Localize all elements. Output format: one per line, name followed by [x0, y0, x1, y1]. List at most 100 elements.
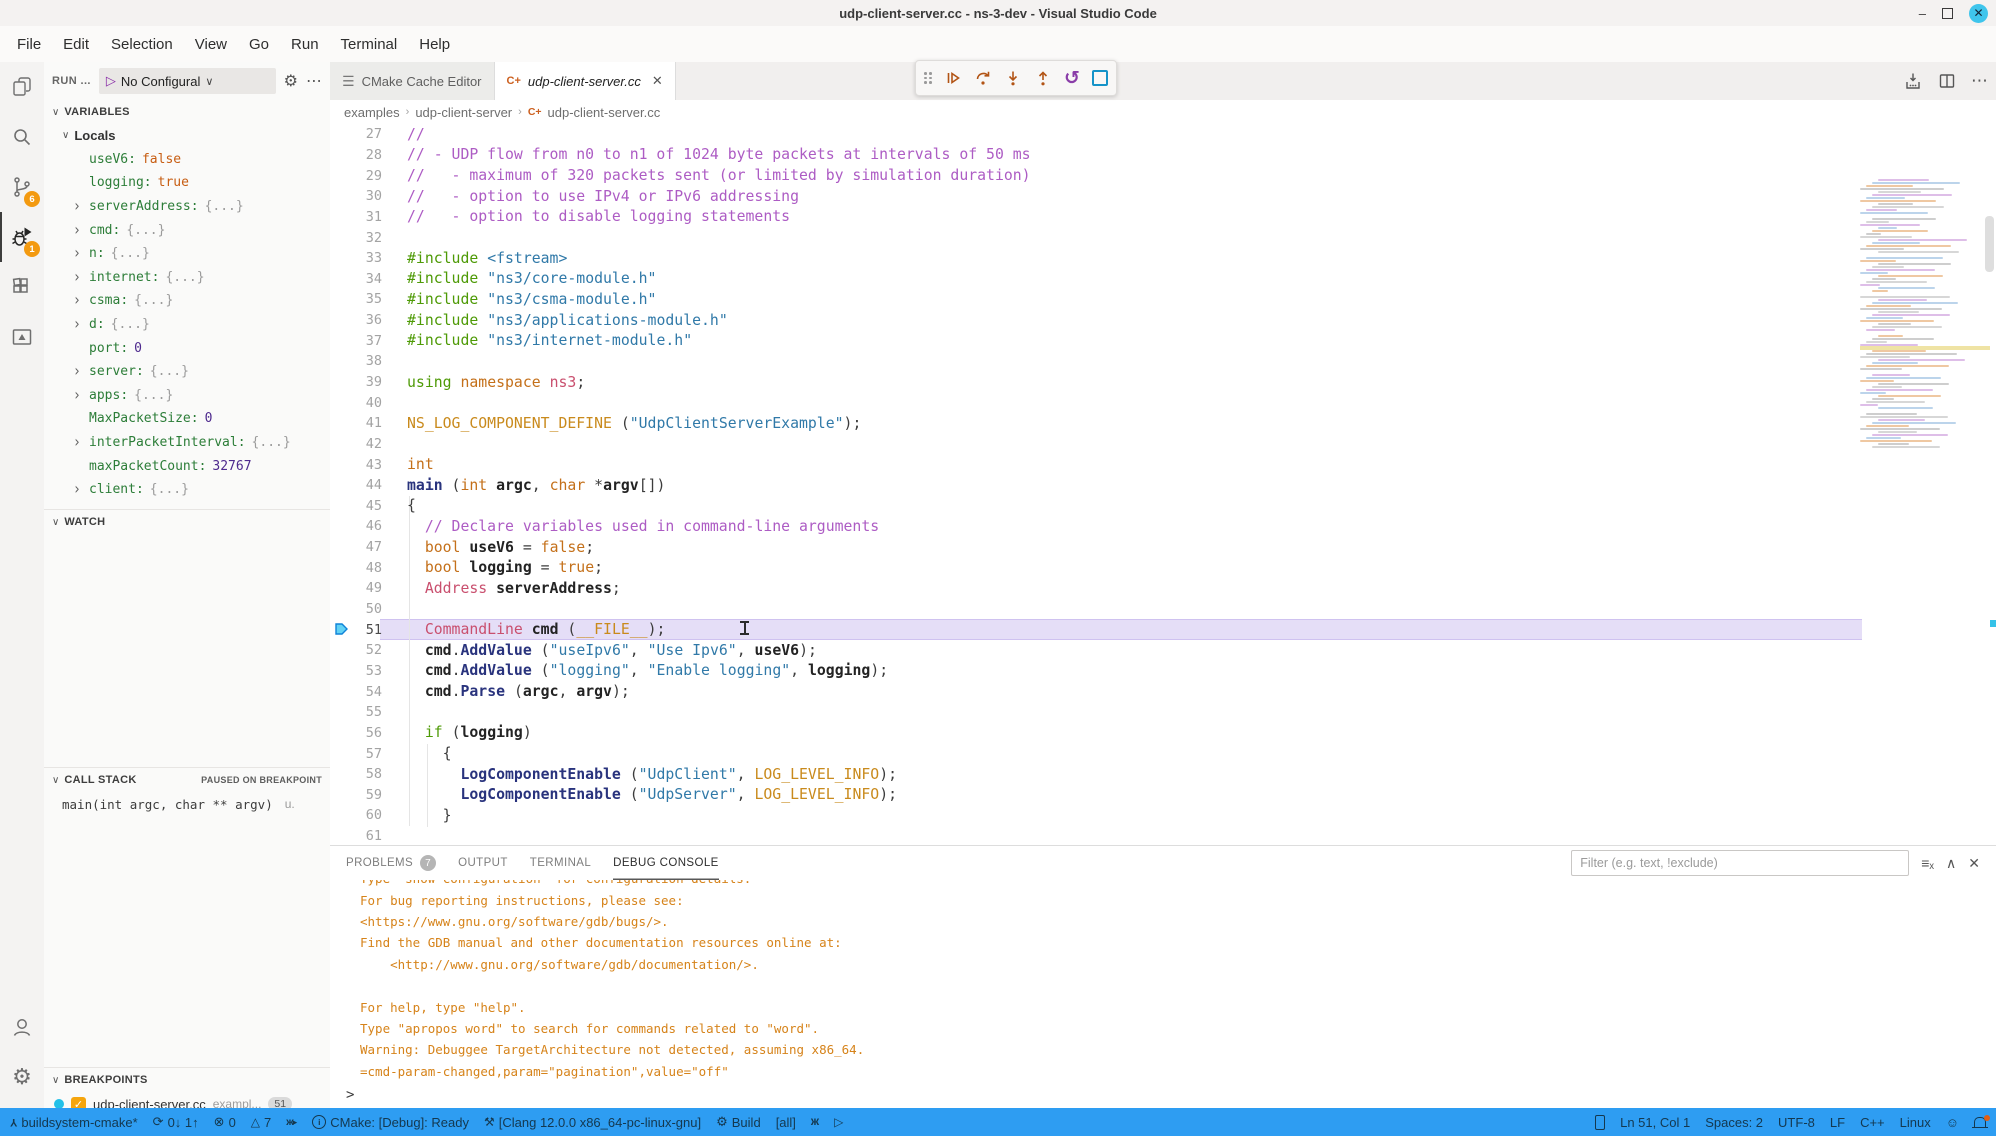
variable-row[interactable]: › csma {...}: [44, 289, 330, 313]
code-line[interactable]: 38: [330, 351, 1996, 372]
variable-row[interactable]: › internet {...}: [44, 266, 330, 290]
call-stack-header[interactable]: ∨ CALL STACK PAUSED ON BREAKPOINT: [44, 768, 330, 792]
run-debug-icon[interactable]: 1: [0, 212, 44, 262]
step-out-icon[interactable]: [1034, 69, 1052, 87]
explorer-icon[interactable]: [0, 62, 44, 112]
code-line[interactable]: 40: [330, 392, 1996, 413]
locals-group[interactable]: ∨ Locals: [44, 124, 330, 148]
code-line[interactable]: 53 cmd.AddValue ("logging", "Enable logg…: [330, 661, 1996, 682]
gutter[interactable]: [330, 475, 354, 496]
gutter[interactable]: [330, 454, 354, 475]
code-line[interactable]: 34 #include "ns3/core-module.h": [330, 268, 1996, 289]
status-bar-item[interactable]: Build: [716, 1114, 761, 1130]
gutter[interactable]: [330, 557, 354, 578]
status-bar-item[interactable]: [286, 1116, 297, 1128]
gutter[interactable]: [330, 537, 354, 558]
gutter[interactable]: [330, 165, 354, 186]
gutter[interactable]: [330, 392, 354, 413]
gutter[interactable]: [330, 413, 354, 434]
settings-gear-icon[interactable]: ⚙: [0, 1052, 44, 1102]
code-line[interactable]: 36 #include "ns3/applications-module.h": [330, 310, 1996, 331]
code-line[interactable]: 42: [330, 434, 1996, 455]
variable-row[interactable]: maxPacketCount 32767: [44, 454, 330, 478]
continue-icon[interactable]: [944, 69, 962, 87]
variable-row[interactable]: › client {...}: [44, 478, 330, 502]
code-line[interactable]: 56 if (logging): [330, 723, 1996, 744]
variable-row[interactable]: › d {...}: [44, 313, 330, 337]
gutter[interactable]: [330, 372, 354, 393]
panel-tab[interactable]: DEBUG CONSOLE: [613, 846, 719, 880]
gutter[interactable]: [330, 248, 354, 269]
menu-item[interactable]: Terminal: [330, 32, 409, 57]
chevron-right-icon[interactable]: ›: [73, 268, 81, 287]
chevron-right-icon[interactable]: ›: [73, 197, 81, 216]
code-line[interactable]: 59 LogComponentEnable ("UdpServer", LOG_…: [330, 785, 1996, 806]
gutter[interactable]: [330, 330, 354, 351]
filter-icon[interactable]: ≡ₓ: [1921, 855, 1934, 871]
gutter[interactable]: [330, 227, 354, 248]
status-bar-item[interactable]: [811, 1116, 819, 1128]
gutter[interactable]: [330, 764, 354, 785]
source-control-icon[interactable]: 6: [0, 162, 44, 212]
breakpoints-header[interactable]: ∨ BREAKPOINTS: [44, 1068, 330, 1092]
status-bar-item[interactable]: CMake: [Debug]: Ready: [312, 1115, 469, 1130]
variable-row[interactable]: port 0: [44, 336, 330, 360]
code-line[interactable]: 54 cmd.Parse (argc, argv);: [330, 681, 1996, 702]
maximize-icon[interactable]: [1942, 8, 1953, 19]
gutter[interactable]: [330, 702, 354, 723]
run-settings-gear-icon[interactable]: ⚙: [284, 71, 298, 91]
variable-row[interactable]: MaxPacketSize 0: [44, 407, 330, 431]
variables-header[interactable]: ∨ VARIABLES: [44, 100, 330, 124]
desktop-download-icon[interactable]: [1903, 71, 1923, 91]
code-line[interactable]: 33 #include <fstream>: [330, 248, 1996, 269]
console-prompt[interactable]: >: [346, 1087, 354, 1103]
menu-item[interactable]: Edit: [52, 32, 100, 57]
menu-item[interactable]: Help: [408, 32, 461, 57]
code-line[interactable]: 50: [330, 599, 1996, 620]
chevron-right-icon[interactable]: ›: [73, 292, 81, 311]
gutter[interactable]: [330, 434, 354, 455]
status-bar-item[interactable]: 0: [214, 1114, 236, 1130]
status-bar-item[interactable]: 7: [251, 1115, 271, 1130]
gutter[interactable]: [330, 743, 354, 764]
gutter[interactable]: [330, 310, 354, 331]
status-bar-item[interactable]: [1946, 1115, 1959, 1130]
restart-icon[interactable]: ↺: [1064, 69, 1080, 88]
panel-tab[interactable]: TERMINAL: [530, 846, 591, 880]
status-bar-item[interactable]: [Clang 12.0.0 x86_64-pc-linux-gnu]: [484, 1115, 701, 1130]
panel-tab[interactable]: PROBLEMS 7: [346, 846, 436, 880]
extensions-icon[interactable]: [0, 262, 44, 312]
menu-item[interactable]: Go: [238, 32, 280, 57]
gutter[interactable]: [330, 207, 354, 228]
gutter[interactable]: [330, 578, 354, 599]
gutter[interactable]: [330, 826, 354, 845]
code-line[interactable]: 29 // - maximum of 320 packets sent (or …: [330, 165, 1996, 186]
code-line[interactable]: 58 LogComponentEnable ("UdpClient", LOG_…: [330, 764, 1996, 785]
gutter[interactable]: [330, 805, 354, 826]
code-line[interactable]: 30 // - option to use IPv4 or IPv6 addre…: [330, 186, 1996, 207]
breadcrumb-item[interactable]: udp-client-server: [415, 105, 512, 120]
more-actions-icon[interactable]: ⋯: [306, 71, 322, 91]
menu-item[interactable]: Selection: [100, 32, 184, 57]
debug-config-dropdown[interactable]: ▷ No Configural ∨: [99, 68, 276, 94]
code-line[interactable]: 51 CommandLine cmd (__FILE__);: [330, 619, 1996, 640]
console-filter-input[interactable]: [1571, 850, 1909, 876]
split-editor-icon[interactable]: [1937, 71, 1957, 91]
status-bar-item[interactable]: Ln 51, Col 1: [1620, 1115, 1690, 1130]
account-icon[interactable]: [0, 1002, 44, 1052]
menu-item[interactable]: View: [184, 32, 238, 57]
code-line[interactable]: 39 using namespace ns3;: [330, 372, 1996, 393]
chevron-right-icon[interactable]: ›: [73, 480, 81, 499]
status-bar-item[interactable]: UTF-8: [1778, 1115, 1815, 1130]
chevron-right-icon[interactable]: ›: [73, 315, 81, 334]
gutter[interactable]: [330, 496, 354, 517]
menu-item[interactable]: File: [6, 32, 52, 57]
gutter[interactable]: [330, 785, 354, 806]
panel-tab[interactable]: OUTPUT: [458, 846, 508, 880]
more-actions-icon[interactable]: ⋯: [1971, 71, 1988, 91]
variable-row[interactable]: › interPacketInterval {...}: [44, 431, 330, 455]
chevron-right-icon[interactable]: ›: [73, 433, 81, 452]
code-line[interactable]: 32: [330, 227, 1996, 248]
chevron-right-icon[interactable]: ›: [73, 244, 81, 263]
status-bar-item[interactable]: [1974, 1117, 1986, 1128]
